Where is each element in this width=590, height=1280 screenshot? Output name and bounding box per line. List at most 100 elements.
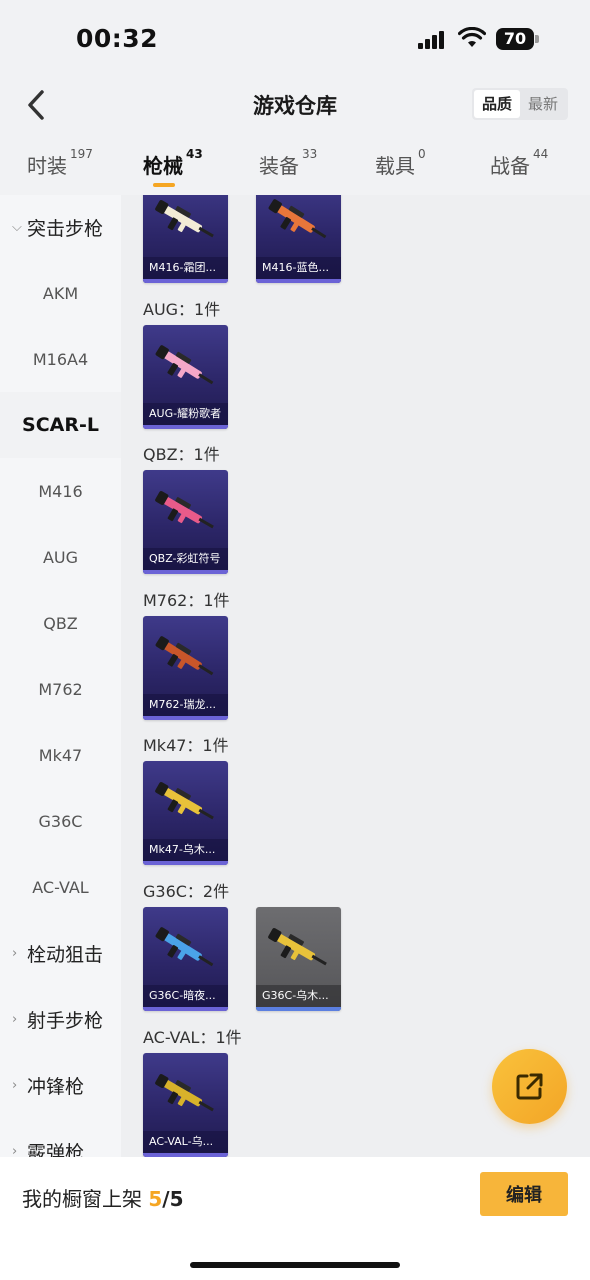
sidebar-item-label: 冲锋枪 [27,1075,85,1098]
weapon-skin-card[interactable]: AC-VAL-乌... [143,1052,228,1157]
sidebar-group-shotguns[interactable]: › 霰弹枪 [0,1118,121,1158]
rarity-bar [143,424,228,429]
rarity-bar [256,279,341,283]
gun-icon [155,491,214,529]
chevron-right-icon: › [12,1077,18,1093]
rarity-bar [143,715,228,720]
section-label: AC-VAL：1件 [143,1027,242,1047]
rarity-bar [143,279,228,283]
tab-count: 44 [533,147,549,161]
battery-tip [535,35,539,43]
weapon-category-sidebar: ⌵ 突击步枪 AKM M16A4 SCAR-L M416 AUG QBZ M762… [0,195,121,1157]
rarity-bar [143,570,228,575]
sidebar-group-smgs[interactable]: › 冲锋枪 [0,1052,121,1118]
weapon-skin-card[interactable]: M416-蓝色... [256,195,341,283]
section-label: AUG：1件 [143,299,221,319]
sidebar-item-m762[interactable]: M762 [0,656,121,722]
gun-icon [155,635,214,676]
sidebar-group-bolt-action-snipers[interactable]: › 栓动狙击 [0,920,121,986]
weapon-skin-name: AUG-耀粉歌者 [143,402,228,425]
rarity-bar [143,861,228,866]
tab-count: 43 [186,147,203,161]
rarity-bar [143,1007,228,1011]
chevron-right-icon: › [12,945,18,961]
tab-vehicles[interactable]: 载具 0 [375,147,426,179]
sidebar-item-akm[interactable]: AKM [0,260,121,326]
tab-supplies[interactable]: 战备 44 [490,147,549,179]
rarity-bar [256,1007,341,1011]
weapon-skin-card[interactable]: G36C-暗夜... [143,907,228,1011]
gun-icon [268,928,327,966]
weapon-skin-card[interactable]: Mk47-乌木... [143,761,228,866]
gun-icon [155,1073,214,1111]
gun-icon [155,200,214,238]
navigation-bar: 游戏仓库 品质 最新 [0,78,590,132]
tab-label: 载具 [375,154,415,178]
tab-label: 时装 [27,154,67,178]
cellular-signal-icon [418,31,448,49]
weapon-skin-card[interactable]: AUG-耀粉歌者 [143,324,228,429]
share-showcase-button[interactable] [492,1049,567,1124]
showcase-count: 5 [148,1187,163,1211]
weapon-skin-name: M762-瑞龙... [143,693,228,716]
showcase-status: 我的橱窗上架 5/5 [22,1183,184,1212]
section-label: G36C：2件 [143,882,230,901]
gun-icon [155,344,214,384]
sort-toggle: 品质 最新 [472,88,568,120]
share-icon [516,1073,543,1100]
sidebar-item-g36c[interactable]: G36C [0,788,121,854]
tab-label: 装备 [259,154,299,178]
showcase-total: /5 [162,1187,184,1211]
weapon-skin-card[interactable]: G36C-乌木... [256,907,341,1011]
tab-count: 33 [302,147,318,161]
sidebar-item-m16a4[interactable]: M16A4 [0,326,121,392]
weapon-skin-name: QBZ-彩虹符号 [143,548,228,571]
home-indicator [190,1262,400,1268]
sort-latest-button[interactable]: 最新 [520,90,566,118]
sidebar-item-label: 射手步枪 [27,1009,104,1032]
tab-label: 战备 [490,154,530,178]
tab-equipment[interactable]: 装备 33 [259,147,318,179]
weapon-skin-card[interactable]: QBZ-彩虹符号 [143,470,228,575]
sidebar-item-ac-val[interactable]: AC-VAL [0,854,121,920]
status-time: 00:32 [76,24,159,53]
sidebar-item-label: 突击步枪 [27,217,104,240]
weapon-skin-card[interactable]: M762-瑞龙... [143,615,228,720]
tab-fashion[interactable]: 时装 197 [27,147,93,179]
tab-label: 枪械 [143,154,183,178]
weapon-skin-name: G36C-暗夜... [143,985,228,1007]
section-label: QBZ：1件 [143,445,220,465]
edit-button[interactable]: 编辑 [480,1172,568,1216]
sort-quality-button[interactable]: 品质 [474,90,520,118]
weapon-skin-card[interactable]: M416-霜团... [143,195,228,283]
sidebar-item-qbz[interactable]: QBZ [0,590,121,656]
showcase-label: 我的橱窗上架 [22,1187,142,1211]
wifi-icon [458,27,486,47]
weapon-skin-name: G36C-乌木... [256,985,341,1007]
gun-icon [268,199,327,239]
status-bar: 00:32 70 [0,0,590,78]
chevron-right-icon: › [12,1143,18,1158]
battery-icon: 70 [496,28,534,50]
section-label: Mk47：1件 [143,736,229,756]
chevron-right-icon: › [12,1011,18,1027]
chevron-down-icon: ⌵ [12,219,22,235]
sidebar-group-assault-rifles[interactable]: ⌵ 突击步枪 [0,195,121,259]
sidebar-item-m416[interactable]: M416 [0,458,121,524]
weapon-skin-name: AC-VAL-乌... [143,1130,228,1153]
sidebar-item-label: 栓动狙击 [27,943,104,966]
sidebar-item-aug[interactable]: AUG [0,524,121,590]
sidebar-group-marksman-rifles[interactable]: › 射手步枪 [0,986,121,1052]
category-tabs: 时装 197 枪械 43 装备 33 载具 0 战备 44 [0,140,590,194]
sidebar-item-scar-l[interactable]: SCAR-L [0,392,121,458]
gun-icon [155,927,214,967]
weapon-skin-name: M416-蓝色... [256,257,341,279]
sidebar-item-mk47[interactable]: Mk47 [0,722,121,788]
tab-count: 197 [70,147,93,161]
weapon-skin-name: Mk47-乌木... [143,839,228,862]
tab-weapons[interactable]: 枪械 43 [143,147,203,179]
section-label: M762：1件 [143,590,230,610]
active-tab-indicator [153,183,175,187]
weapon-grid: M416-霜团... M416-蓝色... AUG：1件 AUG-耀粉歌者 QBZ：… [121,195,590,1157]
rarity-bar [143,1152,228,1157]
